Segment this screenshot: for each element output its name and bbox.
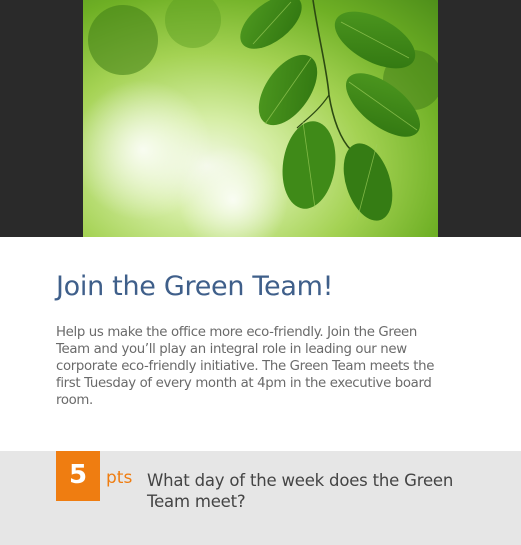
description-text: Help us make the office more eco-friendl… <box>56 325 435 408</box>
points-unit-label: pts <box>106 468 133 488</box>
leaves-illustration <box>83 0 438 237</box>
blurred-leaf <box>165 0 221 48</box>
hero-banner <box>0 0 521 237</box>
question-text: What day of the week does the Green Team… <box>147 471 454 511</box>
leaf <box>343 143 393 221</box>
question-card: 5 pts What day of the week does the Gree… <box>0 451 521 545</box>
green-leaves-image <box>83 0 438 237</box>
blurred-leaf <box>88 5 158 75</box>
intro-section: Join the Green Team! Help us make the of… <box>0 237 521 451</box>
leaf <box>240 0 302 49</box>
page-title: Join the Green Team! <box>56 271 334 302</box>
points-badge: 5 <box>56 451 100 501</box>
